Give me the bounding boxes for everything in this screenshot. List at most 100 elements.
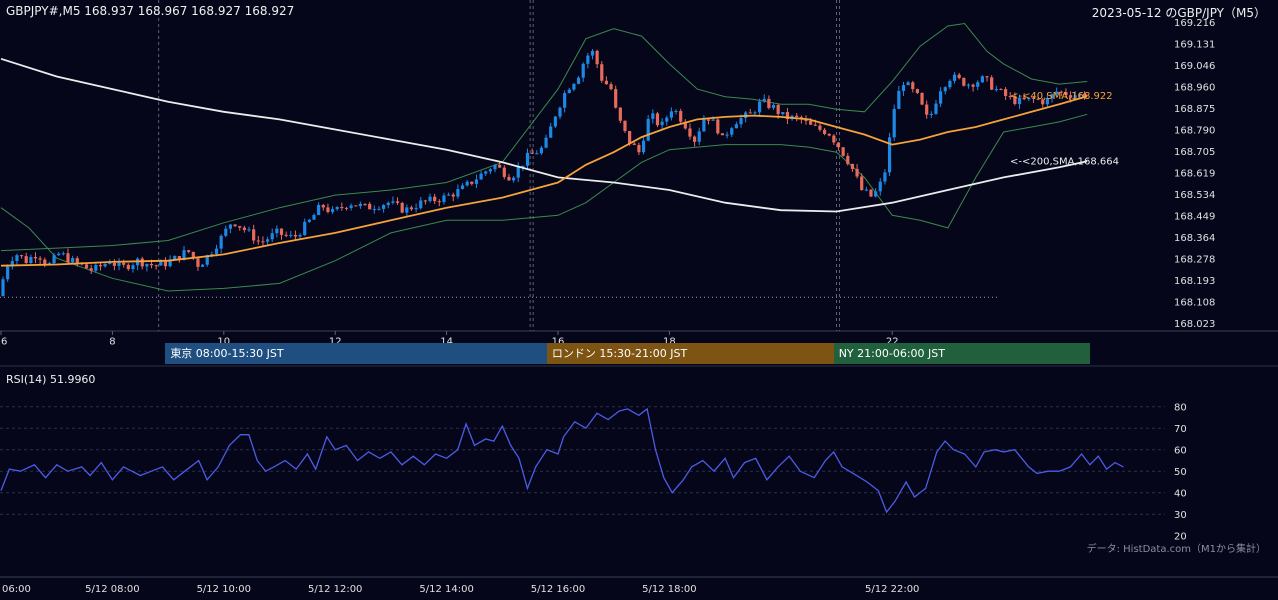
candle-body bbox=[511, 177, 516, 181]
bollinger-bands bbox=[0, 22, 1088, 292]
candle-body bbox=[674, 111, 678, 113]
rsi-label: RSI(14) 51.9960 bbox=[6, 373, 96, 386]
rsi-time-tick-6: 5/12 18:00 bbox=[642, 584, 696, 595]
candle-body bbox=[934, 103, 938, 114]
candle-body bbox=[33, 256, 38, 259]
candle-body bbox=[270, 233, 274, 240]
candle-body bbox=[637, 144, 641, 153]
rsi-time-tick-1: 5/12 08:00 bbox=[85, 584, 139, 595]
candle-body bbox=[405, 207, 409, 213]
candle-body bbox=[952, 74, 957, 81]
candle-body bbox=[757, 101, 762, 113]
candle-body bbox=[498, 164, 502, 168]
candle-body bbox=[660, 121, 664, 126]
candle-body bbox=[502, 167, 506, 177]
candle-body bbox=[414, 208, 418, 210]
candle-body bbox=[581, 63, 585, 78]
candle-body bbox=[451, 194, 455, 197]
candle-body bbox=[400, 202, 404, 213]
rsi-tick-4: 60 bbox=[1174, 446, 1187, 457]
price-tick-13: 169.131 bbox=[1174, 39, 1215, 50]
rsi-axis-ticks: 20304050607080 bbox=[1174, 403, 1187, 543]
candle-body bbox=[326, 207, 330, 212]
candle-body bbox=[628, 130, 632, 144]
candle-body bbox=[609, 84, 613, 90]
candle-body bbox=[279, 228, 284, 235]
sma40-line bbox=[0, 95, 1088, 267]
candle-body bbox=[433, 196, 437, 202]
rsi-tick-2: 40 bbox=[1174, 489, 1187, 500]
price-tick-9: 168.790 bbox=[1174, 125, 1215, 136]
candle-body bbox=[901, 85, 906, 91]
candle-body bbox=[340, 207, 344, 209]
candle-body bbox=[874, 191, 878, 197]
candle-body bbox=[382, 205, 386, 209]
candle-body bbox=[567, 89, 571, 94]
price-tick-11: 168.960 bbox=[1174, 83, 1215, 94]
candle-body bbox=[971, 84, 975, 87]
candle-body bbox=[395, 201, 400, 203]
candle-body bbox=[275, 228, 279, 234]
candle-body bbox=[149, 264, 154, 266]
price-tick-7: 168.619 bbox=[1174, 169, 1215, 180]
candle-body bbox=[948, 80, 952, 88]
candle-body bbox=[75, 258, 79, 263]
candle-body bbox=[484, 171, 488, 174]
candle-body bbox=[771, 104, 776, 108]
candle-body bbox=[363, 203, 367, 205]
candle-body bbox=[112, 263, 116, 266]
candle-body bbox=[460, 185, 465, 190]
candle-body bbox=[818, 125, 822, 130]
candle-body bbox=[145, 264, 149, 267]
candle-body bbox=[233, 224, 237, 227]
candle-body bbox=[748, 112, 752, 114]
symbol-info: GBPJPY#,M5 168.937 168.967 168.927 168.9… bbox=[6, 4, 295, 18]
candle-body bbox=[781, 112, 785, 115]
candle-body bbox=[200, 264, 205, 267]
price-tick-12: 169.046 bbox=[1174, 61, 1215, 72]
candle-body bbox=[614, 89, 618, 108]
candle-body bbox=[154, 265, 158, 267]
candle-body bbox=[563, 93, 567, 108]
candle-body bbox=[590, 50, 595, 56]
candle-body bbox=[651, 113, 655, 119]
candle-body bbox=[925, 104, 929, 115]
rsi-tick-1: 30 bbox=[1174, 510, 1187, 521]
candle-body bbox=[618, 107, 622, 121]
candle-body bbox=[38, 258, 42, 260]
candle-body bbox=[256, 240, 260, 242]
candle-body bbox=[827, 133, 831, 136]
candle-body bbox=[493, 164, 497, 170]
candle-body bbox=[976, 82, 980, 87]
candle-body bbox=[655, 113, 660, 126]
rsi-time-tick-7: 5/12 22:00 bbox=[865, 584, 919, 595]
candle-body bbox=[669, 111, 673, 118]
candle-body bbox=[679, 111, 683, 122]
candle-body bbox=[753, 112, 757, 114]
candle-body bbox=[1004, 89, 1008, 96]
candle-body bbox=[377, 208, 381, 210]
candle-body bbox=[892, 108, 896, 138]
candle-body bbox=[456, 189, 460, 197]
candle-body bbox=[126, 264, 130, 270]
time-tick-1: 8 bbox=[109, 336, 115, 347]
candle-body bbox=[836, 142, 841, 148]
candle-body bbox=[293, 234, 298, 237]
candle-body bbox=[693, 136, 697, 142]
candle-body bbox=[140, 258, 144, 267]
candle-body bbox=[920, 92, 924, 105]
candle-body bbox=[252, 229, 256, 241]
candle-body bbox=[762, 98, 766, 102]
candle-body bbox=[247, 229, 251, 231]
candle-body bbox=[368, 203, 372, 210]
candle-body bbox=[122, 262, 126, 265]
candle-body bbox=[29, 256, 33, 264]
price-tick-8: 168.705 bbox=[1174, 147, 1215, 158]
candle-body bbox=[442, 195, 446, 202]
sma200-line bbox=[0, 57, 1088, 213]
candle-body bbox=[265, 239, 270, 242]
price-tick-2: 168.193 bbox=[1174, 276, 1215, 287]
price-tick-4: 168.364 bbox=[1174, 233, 1215, 244]
candle-body bbox=[303, 221, 307, 236]
candle-body bbox=[716, 119, 720, 134]
